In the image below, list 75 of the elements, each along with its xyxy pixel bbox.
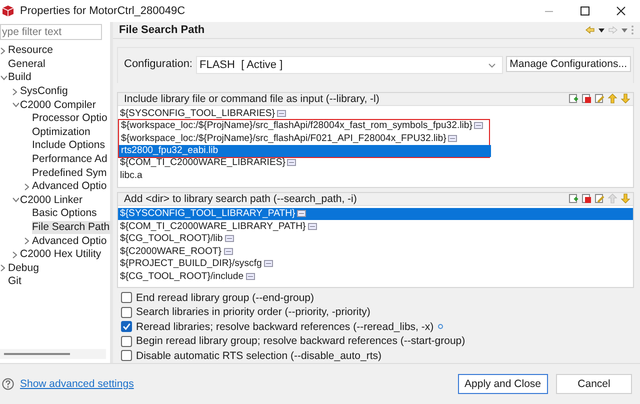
tree-item[interactable]: Resource	[8, 44, 55, 58]
tree-item[interactable]: Performance Ad	[32, 153, 110, 166]
tree-item[interactable]: Git	[8, 275, 24, 288]
maximize-icon[interactable]	[580, 6, 590, 16]
add-icon[interactable]	[568, 193, 579, 204]
panel-title: Add <dir> to library search path (--search_path, -i)	[124, 192, 357, 204]
panel-title: Include library file or command file as input (--library, -l)	[124, 92, 380, 104]
dialog-button[interactable]: Cancel	[556, 374, 632, 394]
checkbox[interactable]	[121, 321, 132, 332]
move-up-icon[interactable]	[607, 93, 618, 104]
chevron-right-icon[interactable]	[24, 182, 30, 191]
manage-configurations-button[interactable]: Manage Configurations...	[506, 56, 631, 72]
checkbox-label: End reread library group (--end-group)	[136, 292, 314, 304]
chevron-right-icon[interactable]	[12, 88, 18, 96]
configuration-label: Configuration:	[124, 57, 192, 70]
delete-icon[interactable]	[581, 193, 592, 204]
checkbox-label: Disable automatic RTS selection (--disable_auto_rts)	[136, 350, 382, 362]
edit-icon[interactable]	[594, 93, 605, 104]
configuration-dropdown[interactable]: FLASH [ Active ]	[196, 56, 503, 74]
close-icon[interactable]	[616, 6, 626, 16]
tree-item[interactable]: C2000 Hex Utility	[20, 248, 104, 262]
tree-item[interactable]: File Search Path	[32, 221, 112, 234]
checkbox[interactable]	[121, 306, 132, 318]
chevron-down-icon[interactable]	[0, 74, 8, 81]
checkbox-label: Begin reread library group; resolve backward references (--start-group)	[136, 335, 466, 348]
list-item[interactable]: ${SYSCONFIG_TOOL_LIBRARIES}	[118, 108, 633, 120]
list-item[interactable]: ${workspace_loc:/${ProjName}/src_flashApi/F021_API_F28004x_FPU32.lib}	[119, 132, 490, 144]
filter-field[interactable]: ype filter text	[0, 24, 102, 40]
move-down-icon[interactable]	[620, 193, 631, 204]
tree-item[interactable]: Processor Optio	[32, 112, 110, 126]
add-icon[interactable]	[568, 93, 579, 104]
show-advanced-settings-link[interactable]: Show advanced settings	[20, 378, 134, 390]
tree-item[interactable]: Advanced Optio	[32, 180, 109, 194]
move-down-icon[interactable]	[620, 93, 631, 104]
help-icon[interactable]	[2, 378, 14, 390]
chevron-right-icon[interactable]	[12, 250, 18, 259]
tree-item[interactable]: Include Options	[32, 139, 107, 152]
page-title: File Search Path	[119, 24, 205, 36]
list-item[interactable]: ${C2000WARE_ROOT}	[118, 245, 633, 258]
chevron-right-icon[interactable]	[0, 46, 6, 55]
tree-item[interactable]: Advanced Optio	[32, 234, 109, 248]
scrollbar-thumb[interactable]	[4, 353, 70, 355]
window-title: Properties for MotorCtrl_280049C	[20, 5, 186, 17]
delete-icon[interactable]	[581, 93, 592, 104]
list-item[interactable]: ${CG_TOOL_ROOT}/include	[118, 270, 633, 282]
checkbox-label: Search libraries in priority order (--priority, -priority)	[136, 306, 370, 318]
checkbox[interactable]	[121, 336, 132, 347]
tree-item[interactable]: SysConfig	[20, 85, 70, 98]
list-item[interactable]: ${SYSCONFIG_TOOL_LIBRARY_PATH}	[118, 208, 633, 220]
checkbox[interactable]	[121, 292, 132, 304]
checkbox-label: Reread libraries; resolve backward references (--reread_libs, -x)	[136, 320, 434, 333]
checkbox[interactable]	[121, 350, 132, 362]
tree-item[interactable]: General	[8, 58, 48, 71]
dialog-button[interactable]: Apply and Close	[458, 374, 548, 394]
list-item[interactable]: ${CG_TOOL_ROOT}/lib	[118, 232, 633, 245]
list-item[interactable]: ${COM_TI_C2000WARE_LIBRARIES}	[118, 156, 633, 169]
tree-item[interactable]: C2000 Linker	[20, 194, 84, 207]
chevron-down-icon	[488, 62, 496, 68]
list-item[interactable]: ${COM_TI_C2000WARE_LIBRARY_PATH}	[118, 220, 633, 232]
tree-item[interactable]: Basic Options	[32, 207, 99, 220]
chevron-right-icon[interactable]	[0, 264, 6, 272]
tree-item[interactable]: Debug	[8, 262, 41, 275]
chevron-down-icon[interactable]	[12, 102, 20, 108]
tree-item[interactable]: Predefined Sym	[32, 166, 109, 180]
tree-item[interactable]: Build	[8, 71, 34, 84]
list-item[interactable]: ${PROJECT_BUILD_DIR}/syscfg	[118, 258, 633, 270]
tree-item[interactable]: C2000 Compiler	[20, 98, 98, 112]
list-item[interactable]: ${workspace_loc:/${ProjName}/src_flashApi/f28004x_fast_rom_symbols_fpu32.lib}	[119, 120, 490, 132]
edit-icon[interactable]	[594, 193, 605, 204]
chevron-right-icon[interactable]	[24, 237, 30, 246]
list-item[interactable]: rts2800_fpu32_eabi.lib	[119, 144, 490, 157]
dropdown-arrow-icon[interactable]	[598, 28, 605, 33]
tree-item[interactable]: Optimization	[32, 126, 92, 139]
list-item[interactable]: libc.a	[118, 169, 633, 182]
chevron-down-icon[interactable]	[12, 197, 20, 204]
